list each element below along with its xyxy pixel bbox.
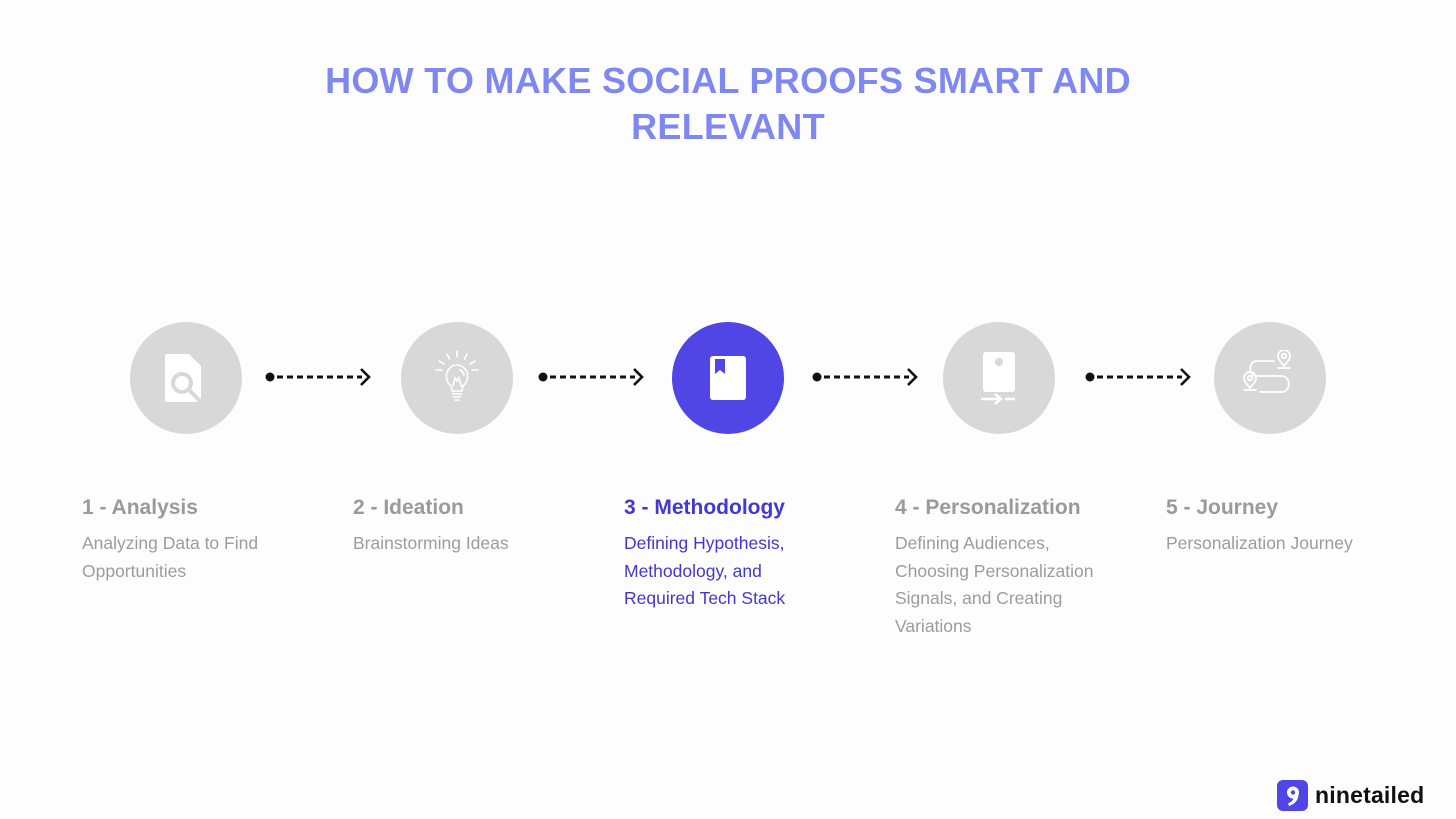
- step-title: 2 - Ideation: [353, 496, 464, 519]
- step-5: 5 - Journey Personalization Journey: [1166, 494, 1406, 558]
- lightbulb-icon: [435, 350, 479, 401]
- step-2-circle: [401, 322, 513, 434]
- arrow-2-to-3: [538, 368, 644, 386]
- arrow-start-dot: [538, 372, 548, 382]
- page-title: HOW TO MAKE SOCIAL PROOFS SMART AND RELE…: [0, 58, 1456, 150]
- step-3: 3 - Methodology Defining Hypothesis, Met…: [624, 494, 864, 613]
- arrow-3-to-4: [812, 368, 918, 386]
- step-description: Personalization Journey: [1166, 533, 1353, 553]
- bookmark-book-icon: [710, 356, 746, 400]
- arrow-start-dot: [812, 372, 822, 382]
- document-search-icon: [165, 354, 203, 404]
- step-description: Defining Hypothesis, Methodology, and Re…: [624, 533, 786, 608]
- arrow-head-icon: [633, 368, 644, 386]
- step-description: Analyzing Data to Find Opportunities: [82, 533, 259, 581]
- infographic-page: HOW TO MAKE SOCIAL PROOFS SMART AND RELE…: [0, 0, 1456, 819]
- logo-mark-icon: [1277, 780, 1308, 811]
- arrow-head-icon: [360, 368, 371, 386]
- arrow-head-icon: [907, 368, 918, 386]
- arrow-start-dot: [265, 372, 275, 382]
- step-description: Brainstorming Ideas: [353, 533, 509, 553]
- step-4: 4 - Personalization Defining Audiences, …: [895, 494, 1135, 640]
- step-title: 5 - Journey: [1166, 496, 1279, 519]
- route-map-icon: [1243, 350, 1291, 393]
- step-1: 1 - Analysis Analyzing Data to Find Oppo…: [82, 494, 322, 585]
- step-title: 4 - Personalization: [895, 496, 1081, 519]
- arrow-head-icon: [1180, 368, 1191, 386]
- step-title: 3 - Methodology: [624, 496, 785, 519]
- arrow-1-to-2: [265, 368, 371, 386]
- step-2: 2 - Ideation Brainstorming Ideas: [353, 494, 593, 558]
- step-3-circle: [672, 322, 784, 434]
- ninetailed-logo: ninetailed: [1277, 780, 1424, 811]
- step-description: Defining Audiences, Choosing Personaliza…: [895, 533, 1094, 636]
- arrow-4-to-5: [1085, 368, 1191, 386]
- step-title: 1 - Analysis: [82, 496, 198, 519]
- arrow-start-dot: [1085, 372, 1095, 382]
- step-4-circle: [943, 322, 1055, 434]
- title-line-1: HOW TO MAKE SOCIAL PROOFS SMART AND: [325, 60, 1131, 101]
- title-line-2: RELEVANT: [631, 106, 825, 147]
- logo-wordmark: ninetailed: [1315, 782, 1425, 808]
- device-transfer-icon: [981, 352, 1015, 405]
- step-1-circle: [130, 322, 242, 434]
- step-5-circle: [1214, 322, 1326, 434]
